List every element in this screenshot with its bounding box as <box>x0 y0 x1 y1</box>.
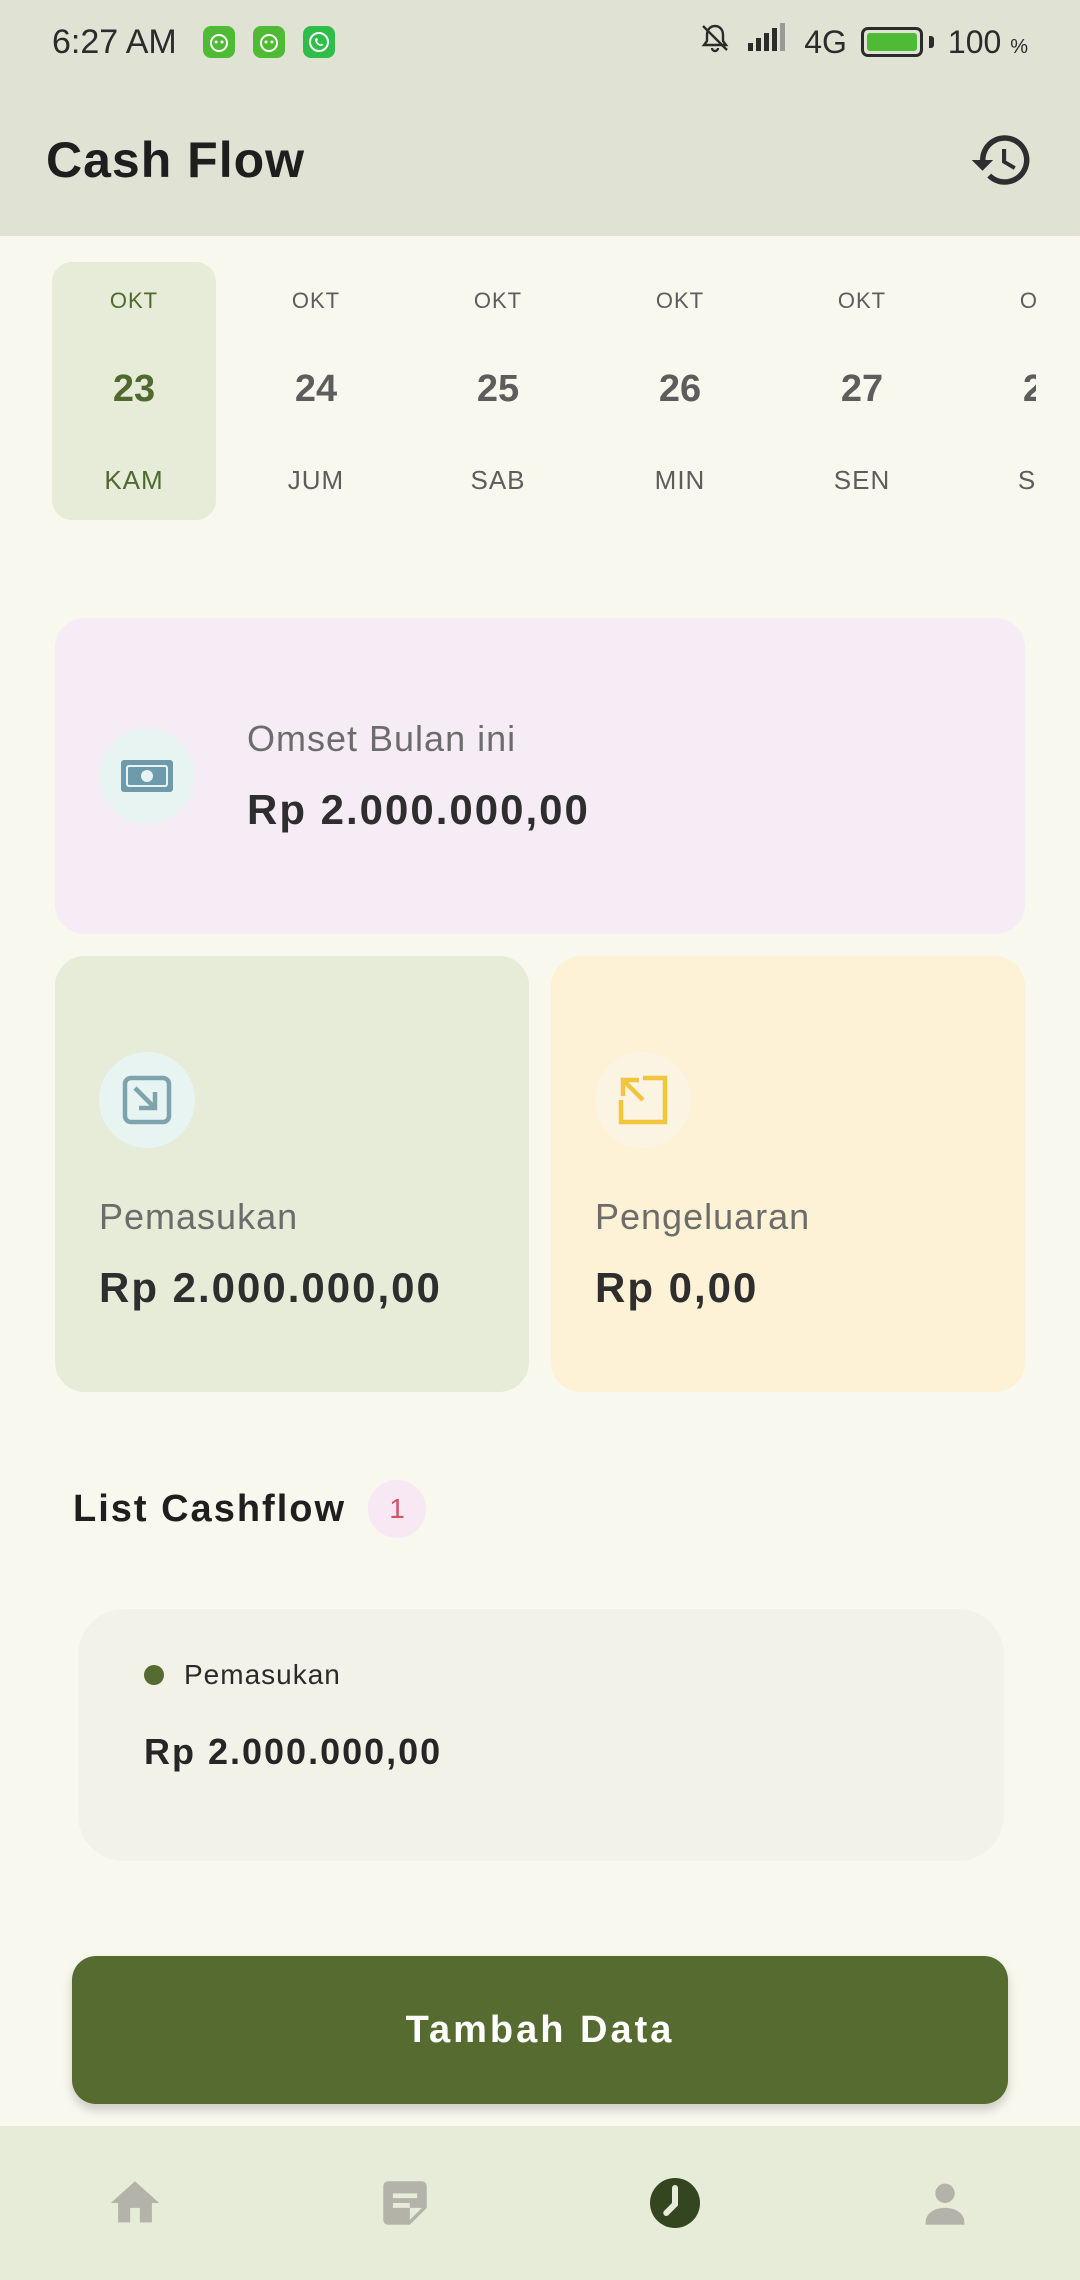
status-dot <box>144 1665 164 1685</box>
date-item[interactable]: OKT 27 SEN <box>780 262 944 520</box>
date-day: 23 <box>112 368 156 410</box>
date-day: 24 <box>294 368 338 410</box>
expense-label: Pengeluaran <box>595 1196 811 1237</box>
status-left: 6:27 AM <box>52 23 335 62</box>
app-bar: Cash Flow <box>0 84 1080 236</box>
count-badge: 1 <box>368 1480 427 1538</box>
date-weekday: SAB <box>470 465 526 495</box>
status-right: 4G 100 % <box>698 21 1028 63</box>
cashflow-list-item[interactable]: Pemasukan Rp 2.000.000,00 <box>78 1609 1004 1861</box>
note-icon <box>383 2181 427 2225</box>
battery-tip <box>928 36 934 48</box>
date-month: OKT <box>655 288 705 313</box>
home-icon <box>110 2181 160 2223</box>
list-header: List Cashflow 1 <box>73 1480 427 1538</box>
nav-notes[interactable] <box>270 2126 540 2280</box>
income-label: Pemasukan <box>99 1196 299 1237</box>
date-day: 28 <box>1022 368 1036 410</box>
battery-percent: 100 % <box>948 24 1028 61</box>
nav-cashflow[interactable] <box>540 2126 810 2280</box>
date-weekday: KAM <box>104 465 164 495</box>
date-month: OKT <box>1019 288 1036 313</box>
nav-home[interactable] <box>0 2126 270 2280</box>
battery-percent-unit: % <box>1010 35 1028 58</box>
expense-card: Pengeluaran Rp 0,00 <box>551 956 1025 1392</box>
date-weekday: JUM <box>287 465 345 495</box>
date-day: 25 <box>476 368 520 410</box>
status-time: 6:27 AM <box>52 22 177 61</box>
whatsapp-icon <box>302 26 335 58</box>
app-notification-icon <box>202 26 235 58</box>
date-month: OKT <box>291 288 341 313</box>
date-selector: OKT 23 KAM OKT 24 JUM OKT 25 SAB OKT 26 MIN OKT 27 SEN… <box>52 262 1036 520</box>
income-card: Pemasukan Rp 2.000.000,00 <box>55 956 529 1392</box>
app-notification-icon <box>252 26 285 58</box>
date-item[interactable]: OKT 24 JUM <box>234 262 398 520</box>
cashflow-type: Pemasukan <box>144 1659 938 1691</box>
history-button[interactable] <box>964 122 1040 198</box>
date-day: 27 <box>840 368 884 410</box>
arrow-down-right-icon <box>99 1052 195 1148</box>
omset-card: Omset Bulan ini Rp 2.000.000,00 <box>55 618 1025 934</box>
battery-fill <box>866 33 917 51</box>
date-item[interactable]: OKT 28 SEL <box>962 262 1036 520</box>
date-item[interactable]: OKT 26 MIN <box>598 262 762 520</box>
battery-icon <box>860 27 934 57</box>
date-weekday: MIN <box>654 465 706 495</box>
expense-value: Rp 0,00 <box>595 1264 759 1311</box>
bottom-navigation <box>0 2126 1080 2280</box>
omset-label: Omset Bulan ini <box>247 718 517 759</box>
mute-icon <box>698 21 732 63</box>
date-weekday: SEN <box>833 465 891 495</box>
status-bar: 6:27 AM 4G 100 % <box>0 0 1080 84</box>
list-title: List Cashflow <box>73 1487 347 1530</box>
money-icon <box>99 728 195 824</box>
date-month: OKT <box>837 288 887 313</box>
battery-body <box>860 27 923 57</box>
cashflow-type-label: Pemasukan <box>184 1659 341 1690</box>
income-value: Rp 2.000.000,00 <box>99 1264 442 1311</box>
battery-percent-value: 100 <box>947 23 1002 60</box>
date-month: OKT <box>473 288 523 313</box>
date-item[interactable]: OKT 25 SAB <box>416 262 580 520</box>
nav-profile[interactable] <box>810 2126 1080 2280</box>
history-icon <box>971 135 1030 185</box>
date-item[interactable]: OKT 23 KAM <box>52 262 216 520</box>
date-day: 26 <box>658 368 702 410</box>
person-icon <box>925 2183 965 2225</box>
omset-text: Omset Bulan ini Rp 2.000.000,00 <box>247 718 590 834</box>
omset-value: Rp 2.000.000,00 <box>247 786 590 833</box>
network-type: 4G <box>804 23 847 60</box>
date-month: OKT <box>109 288 159 313</box>
add-data-button[interactable]: Tambah Data <box>72 1956 1008 2104</box>
signal-icon <box>746 21 790 63</box>
page-title: Cash Flow <box>46 132 306 188</box>
cashflow-amount: Rp 2.000.000,00 <box>144 1731 443 1772</box>
arrow-up-left-icon <box>595 1052 691 1148</box>
date-weekday: SEL <box>1017 465 1036 495</box>
clock-icon <box>650 2178 700 2228</box>
